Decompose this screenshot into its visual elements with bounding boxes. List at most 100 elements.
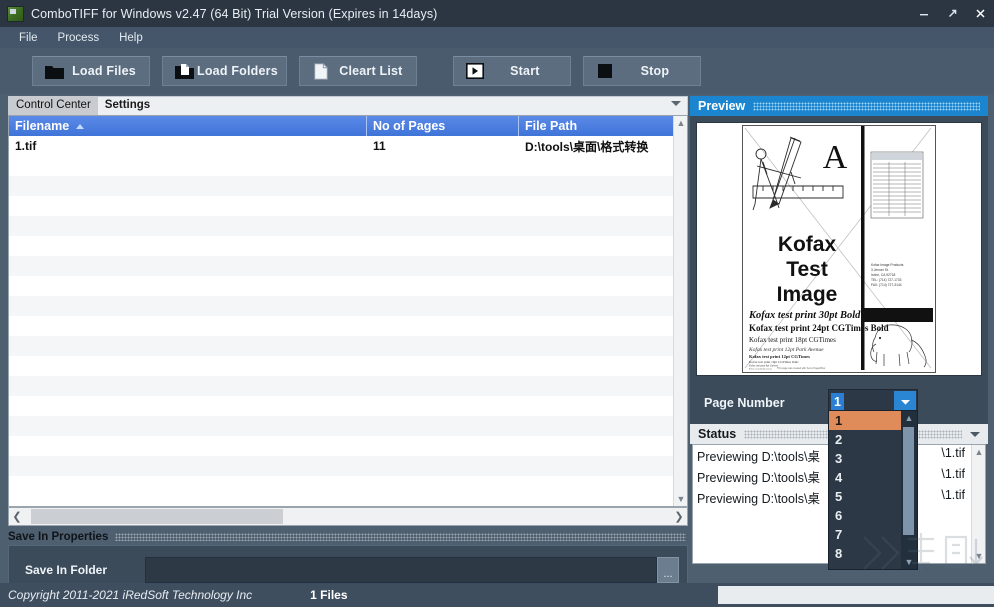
- svg-text:Image: Image: [777, 283, 838, 306]
- clear-list-button[interactable]: Cleart List: [298, 56, 417, 86]
- table-row-empty: [9, 436, 687, 456]
- menu-item-help[interactable]: Help: [110, 30, 152, 46]
- svg-text:This page was created with Xer: This page was created with Xerox PageWri…: [777, 367, 826, 370]
- header-dot-fill: [115, 532, 686, 541]
- folder-document-icon: [171, 63, 197, 79]
- svg-text:3 Jenner St.: 3 Jenner St.: [871, 268, 889, 272]
- scroll-up-icon[interactable]: ▲: [674, 116, 687, 130]
- scroll-left-icon[interactable]: ❮: [9, 510, 25, 523]
- window-title: ComboTIFF for Windows v2.47 (64 Bit) Tri…: [31, 6, 438, 21]
- column-header-filename[interactable]: Filename: [9, 116, 367, 136]
- svg-text:FAX: (714) 727-3144: FAX: (714) 727-3144: [871, 283, 902, 287]
- hscroll-thumb[interactable]: [31, 509, 283, 524]
- status-line-head: Previewing D:\tools\桌: [697, 450, 820, 464]
- file-grid-vertical-scrollbar[interactable]: ▲ ▼: [673, 116, 687, 506]
- dropdown-scrollbar[interactable]: ▲ ▼: [901, 411, 917, 569]
- clear-list-label: Cleart List: [339, 64, 403, 78]
- chevron-down-icon[interactable]: [894, 391, 916, 412]
- save-in-folder-label: Save In Folder: [25, 563, 108, 577]
- chevron-down-icon[interactable]: [671, 101, 681, 106]
- svg-text:Kofax test print 12pt Park Ave: Kofax test print 12pt Park Avenue: [748, 346, 824, 353]
- load-folders-button[interactable]: Load Folders: [162, 56, 287, 86]
- table-row-empty: [9, 456, 687, 476]
- table-row-empty: [9, 236, 687, 256]
- preview-body: A Kofax Test Image Kofax test print 30pt…: [690, 116, 988, 382]
- file-grid-header: Filename No of Pages File Path: [9, 116, 687, 136]
- file-grid-horizontal-scrollbar[interactable]: ❮ ❯: [8, 507, 688, 526]
- svg-text:Kofax test print 24pt CGTimes: Kofax test print 24pt CGTimes Bold: [749, 323, 889, 333]
- kofax-test-image-svg: A Kofax Test Image Kofax test print 30pt…: [743, 126, 933, 370]
- column-header-filepath[interactable]: File Path: [519, 116, 674, 136]
- svg-text:Kofax Image Products: Kofax Image Products: [871, 263, 904, 267]
- file-grid: Filename No of Pages File Path 1.tif 11 …: [8, 115, 688, 507]
- menu-item-process[interactable]: Process: [49, 30, 109, 46]
- svg-text:Kofax test print 8pt Univers: Kofax test print 8pt Univers: [749, 365, 778, 368]
- hscroll-track[interactable]: [25, 509, 671, 524]
- stop-label: Stop: [640, 64, 670, 78]
- header-dot-fill: [753, 101, 980, 111]
- toolbar: Load Files Load Folders Cleart List Star…: [0, 48, 994, 94]
- start-label: Start: [510, 64, 540, 78]
- scroll-down-icon[interactable]: ▼: [674, 492, 687, 506]
- tab-control-center[interactable]: Control Center: [9, 96, 98, 115]
- menu-bar: File Process Help: [0, 27, 994, 48]
- title-bar: ComboTIFF for Windows v2.47 (64 Bit) Tri…: [0, 0, 994, 27]
- table-row-empty: [9, 156, 687, 176]
- scroll-down-icon[interactable]: ▼: [901, 555, 917, 569]
- status-title: Status: [698, 427, 737, 441]
- load-files-button[interactable]: Load Files: [32, 56, 150, 86]
- menu-item-file[interactable]: File: [10, 30, 47, 46]
- cell-pages: 11: [373, 139, 386, 153]
- column-header-filename-label: Filename: [15, 119, 70, 133]
- table-row[interactable]: 1.tif 11 D:\tools\桌面\格式转换: [9, 136, 687, 156]
- scroll-right-icon[interactable]: ❯: [671, 510, 687, 523]
- start-button[interactable]: Start: [452, 56, 571, 86]
- table-row-empty: [9, 336, 687, 356]
- table-row-empty: [9, 396, 687, 416]
- stop-square-icon: [592, 63, 618, 79]
- status-vertical-scrollbar[interactable]: ▲ ▼: [971, 445, 985, 563]
- svg-text:Kofax test print 6pt Courier: Kofax test print 6pt Courier: [749, 367, 772, 370]
- preview-canvas[interactable]: A Kofax Test Image Kofax test print 30pt…: [696, 122, 982, 376]
- scroll-up-icon[interactable]: ▲: [901, 411, 917, 425]
- maximize-icon[interactable]: [938, 0, 966, 27]
- scroll-up-icon[interactable]: ▲: [972, 445, 985, 459]
- status-bar-progress-area: [718, 586, 994, 604]
- caret-down-icon[interactable]: [970, 431, 980, 437]
- scroll-down-icon[interactable]: ▼: [972, 549, 985, 563]
- page-number-label: Page Number: [704, 396, 785, 410]
- table-row-empty: [9, 476, 687, 496]
- minimize-icon[interactable]: [910, 0, 938, 27]
- application-window: ComboTIFF for Windows v2.47 (64 Bit) Tri…: [0, 0, 994, 607]
- tab-strip: Control Center Settings: [8, 96, 688, 115]
- close-icon[interactable]: [966, 0, 994, 27]
- tab-settings[interactable]: Settings: [98, 96, 157, 115]
- column-header-pages[interactable]: No of Pages: [367, 116, 519, 136]
- file-count-text: 1 Files: [310, 588, 348, 602]
- dropdown-scroll-thumb[interactable]: [903, 427, 914, 535]
- browse-folder-button[interactable]: ...: [657, 557, 679, 583]
- table-row-empty: [9, 296, 687, 316]
- load-files-label: Load Files: [72, 64, 136, 78]
- cell-filename: 1.tif: [15, 139, 37, 153]
- preview-image-kofax-test: A Kofax Test Image Kofax test print 30pt…: [742, 125, 936, 373]
- control-center-panel: Control Center Settings Filename No of P…: [8, 96, 688, 595]
- svg-text:Kofax test print 18pt CGTimes: Kofax test print 18pt CGTimes: [749, 336, 836, 344]
- svg-text:Test: Test: [786, 258, 828, 281]
- page-number-dropdown-list[interactable]: 1 2 3 4 5 6 7 8 ▲ ▼: [828, 410, 918, 570]
- table-row-empty: [9, 196, 687, 216]
- app-icon: [7, 5, 24, 22]
- svg-text:TEL: (714) 727-1733: TEL: (714) 727-1733: [871, 278, 902, 282]
- table-row-empty: [9, 356, 687, 376]
- stop-button[interactable]: Stop: [582, 56, 701, 86]
- table-row-empty: [9, 376, 687, 396]
- svg-text:Irvine, CA 92718: Irvine, CA 92718: [871, 273, 896, 277]
- load-folders-label: Load Folders: [197, 64, 278, 78]
- status-bar: Copyright 2011-2021 iRedSoft Technology …: [0, 583, 994, 607]
- copyright-text: Copyright 2011-2021 iRedSoft Technology …: [8, 588, 253, 602]
- svg-text:Kofax test print 10pt CGTimes: Kofax test print 10pt CGTimes Italic: [749, 360, 799, 364]
- page-number-value: 1: [831, 393, 844, 410]
- save-in-folder-input[interactable]: [145, 557, 657, 583]
- svg-text:Kofax test print 12pt CGTimes: Kofax test print 12pt CGTimes: [749, 354, 810, 359]
- table-row-empty: [9, 256, 687, 276]
